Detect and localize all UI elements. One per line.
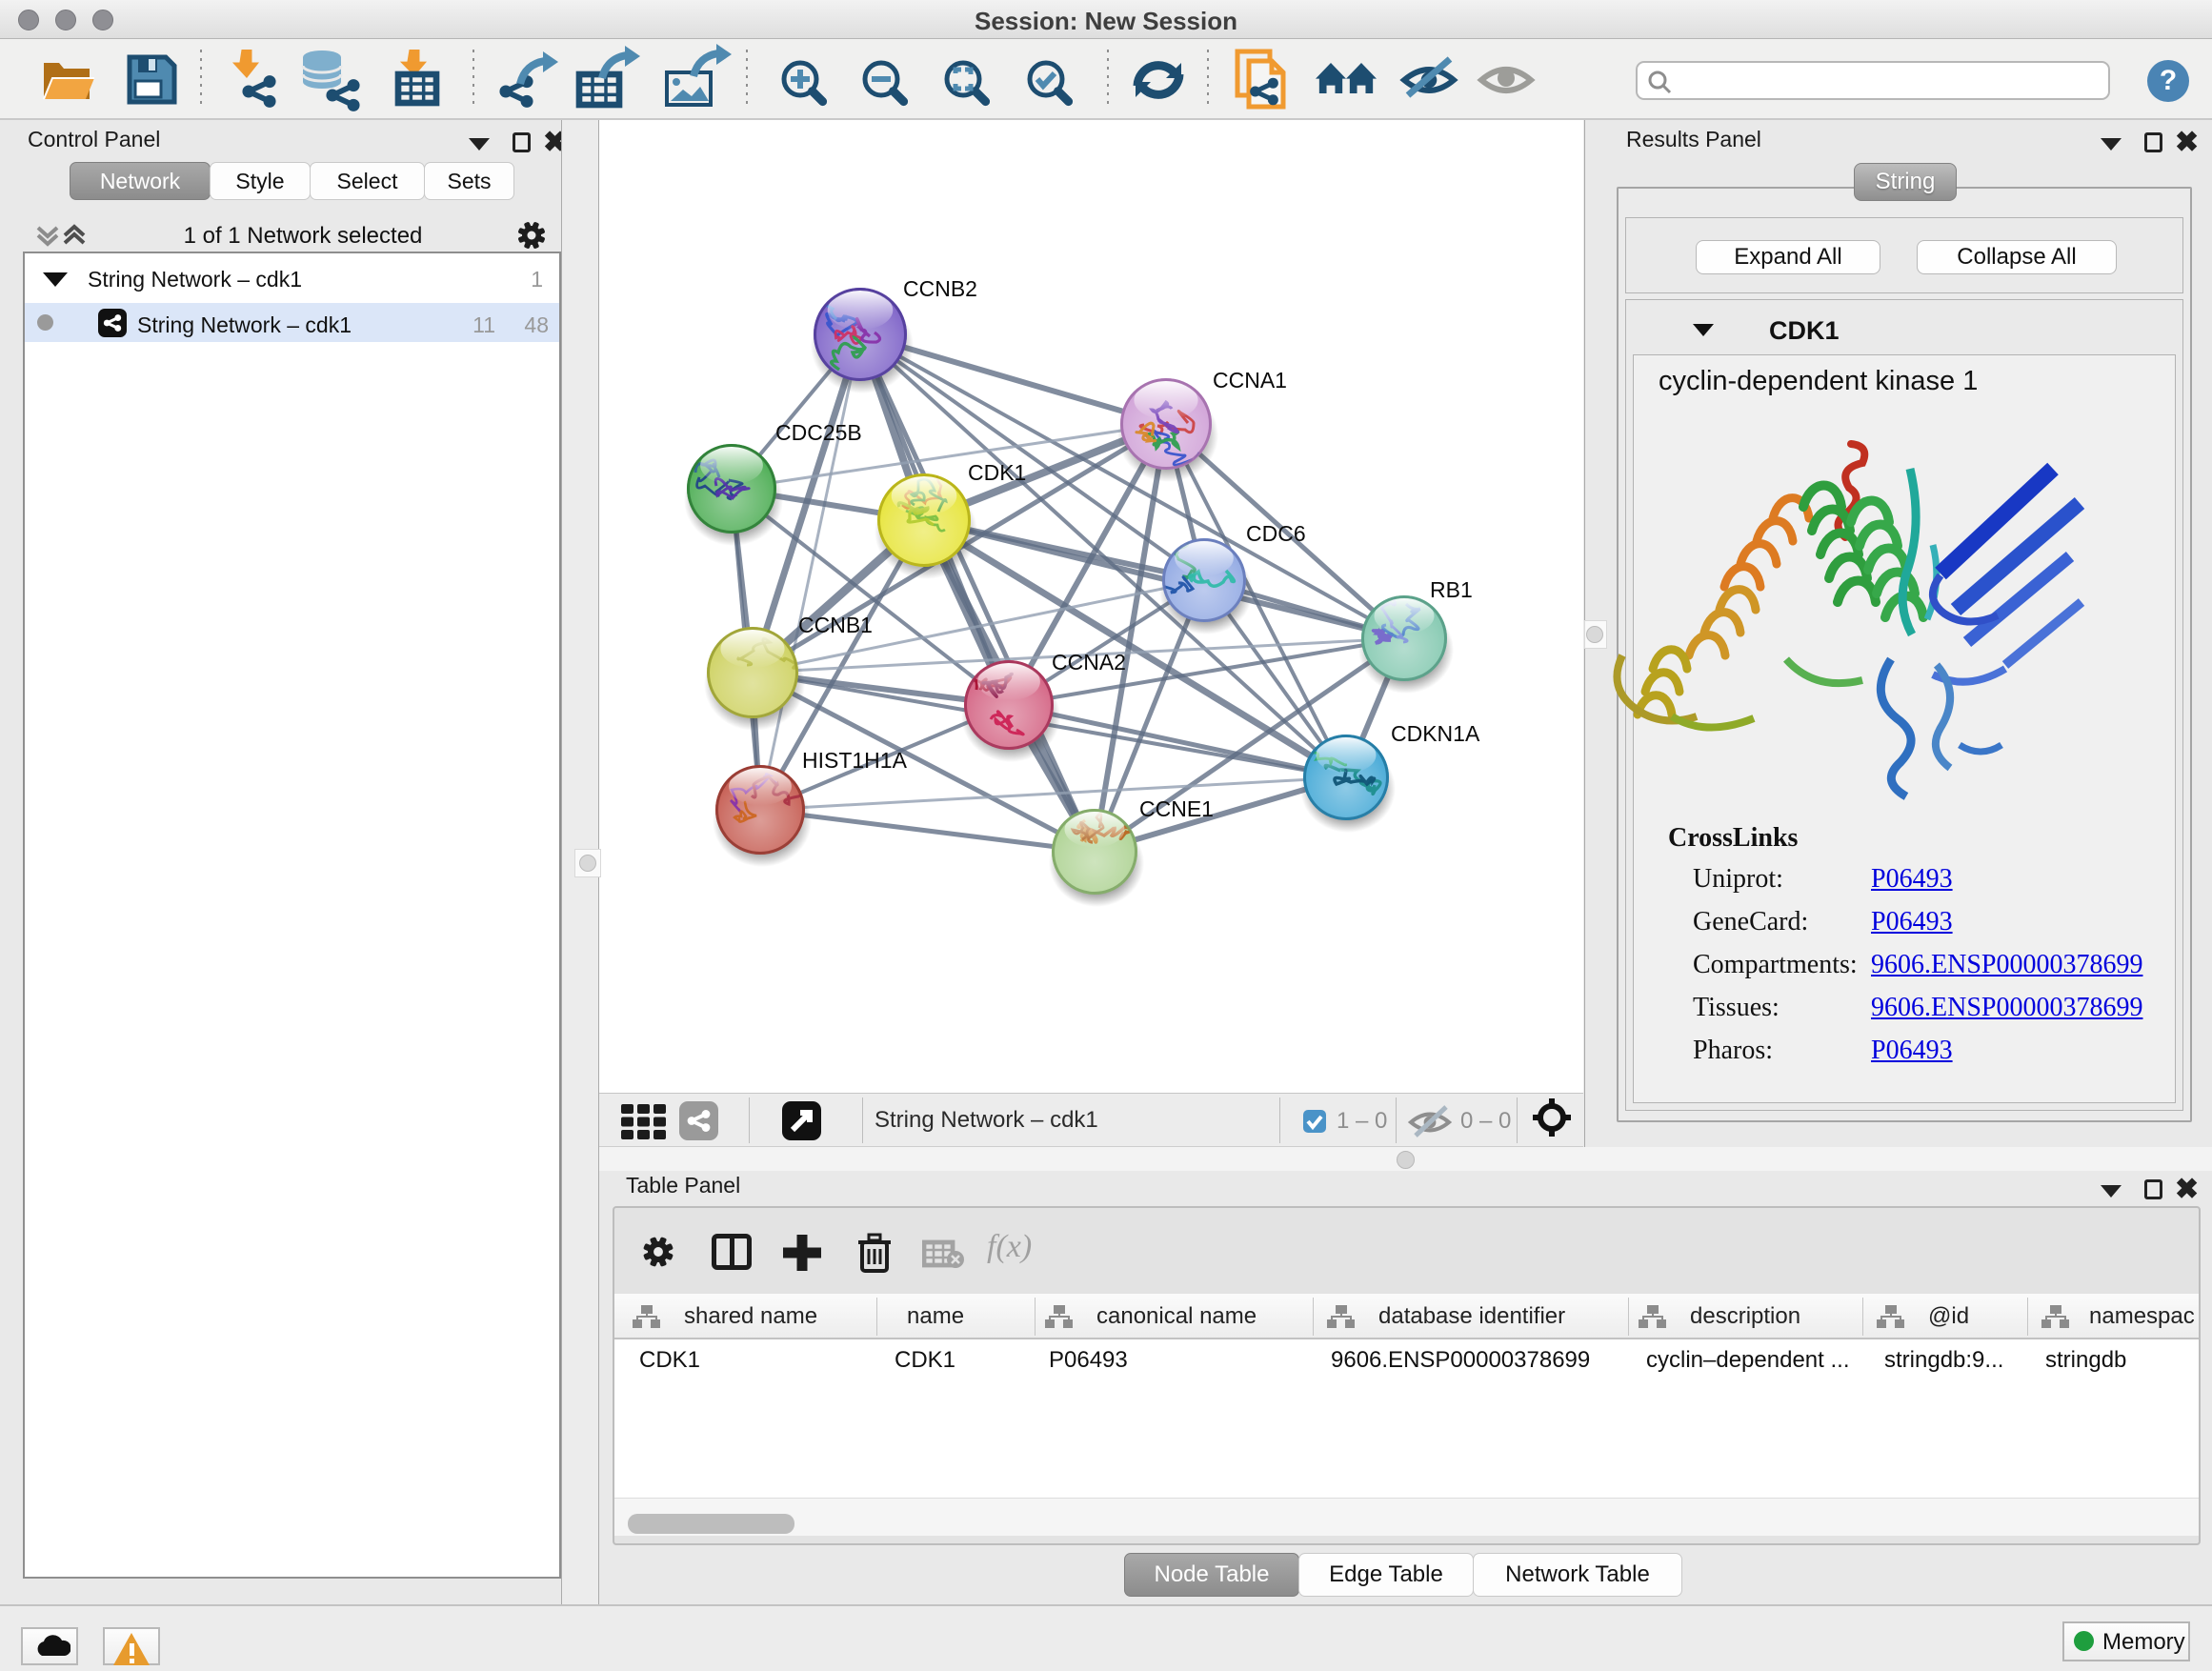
svg-text:CCNE1: CCNE1 [1139, 796, 1214, 821]
svg-text:CCNA1: CCNA1 [1213, 368, 1287, 393]
svg-text:CCNA2: CCNA2 [1052, 650, 1126, 674]
svg-text:CCNB2: CCNB2 [903, 276, 977, 301]
svg-text:CDK1: CDK1 [968, 460, 1026, 485]
svg-text:CCNB1: CCNB1 [798, 613, 873, 637]
svg-text:CDC25B: CDC25B [775, 420, 862, 445]
svg-text:HIST1H1A: HIST1H1A [802, 748, 908, 773]
svg-text:CDC6: CDC6 [1246, 521, 1306, 546]
svg-text:RB1: RB1 [1430, 577, 1473, 602]
svg-text:CDKN1A: CDKN1A [1391, 721, 1480, 746]
